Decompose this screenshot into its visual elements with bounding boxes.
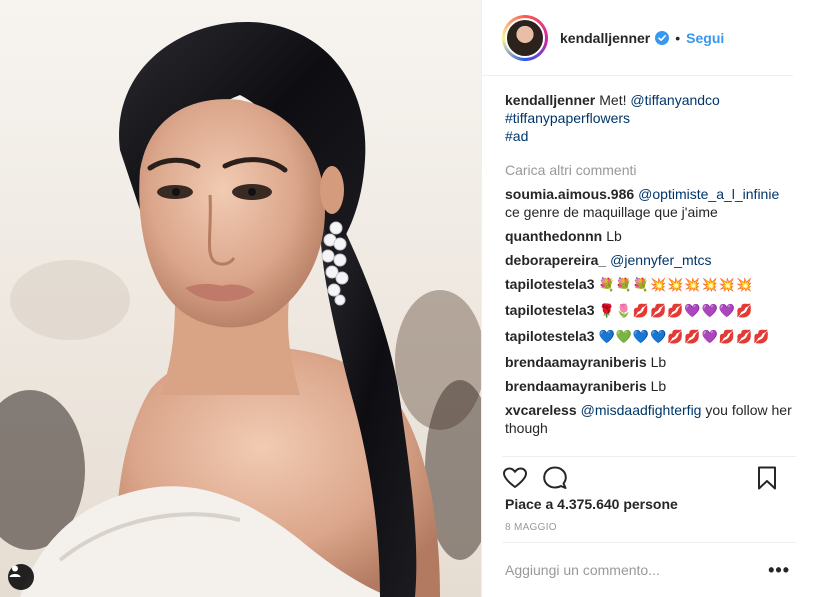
caption-username[interactable]: kendalljenner xyxy=(505,92,595,108)
comment-username[interactable]: deborapereira_ xyxy=(505,252,606,268)
comment-text: ce genre de maquillage que j'aime xyxy=(505,204,718,220)
caption-mention[interactable]: @tiffanyandco xyxy=(630,92,719,108)
portrait-illustration xyxy=(0,0,481,597)
comment-username[interactable]: brendaamayraniberis xyxy=(505,378,647,394)
comment-mention[interactable]: @jennyfer_mtcs xyxy=(610,252,711,268)
caption-hashtag[interactable]: #tiffanypaperflowers xyxy=(505,110,630,126)
likes-count[interactable]: Piace a 4.375.640 persone xyxy=(505,496,678,512)
verified-badge-icon xyxy=(655,30,670,45)
load-more-comments-link[interactable]: Carica altri commenti xyxy=(505,161,795,179)
comment-username[interactable]: tapilotestela3 xyxy=(505,302,594,318)
post-caption: kendalljenner Met! @tiffanyandco #tiffany… xyxy=(505,91,795,145)
caption-hashtag[interactable]: #ad xyxy=(505,128,528,144)
separator-dot: • xyxy=(675,29,681,46)
action-bar xyxy=(502,456,796,495)
header-username[interactable]: kendalljenner xyxy=(560,30,650,46)
bookmark-icon[interactable] xyxy=(754,465,780,491)
comment-item: soumia.aimous.986 @optimiste_a_l_infinie … xyxy=(505,185,795,221)
comment-item: deborapereira_ @jennyfer_mtcs xyxy=(505,251,795,269)
comment-mention[interactable]: @misdaadfighterfig xyxy=(581,402,702,418)
post-photo[interactable] xyxy=(0,0,481,597)
instagram-post: kendalljenner • Segui kendalljenner Met! … xyxy=(0,0,815,597)
comment-username[interactable]: xvcareless xyxy=(505,402,577,418)
comment-text: Lb xyxy=(650,378,667,394)
comment-username[interactable]: tapilotestela3 xyxy=(505,328,594,344)
heart-icon[interactable] xyxy=(502,465,528,491)
avatar-story-ring[interactable] xyxy=(502,14,548,61)
comment-item: tapilotestela3 💙💚💙💙💋💋💜💋💋💋 xyxy=(505,327,795,347)
comment-item: brendaamayraniberis Lb xyxy=(505,353,795,371)
post-sidebar: kendalljenner • Segui kendalljenner Met! … xyxy=(481,0,815,597)
user-tag-icon[interactable] xyxy=(8,564,34,590)
avatar[interactable] xyxy=(505,17,545,58)
comment-icon[interactable] xyxy=(542,465,568,491)
more-options-icon[interactable]: ••• xyxy=(768,560,790,581)
comment-username[interactable]: soumia.aimous.986 xyxy=(505,186,634,202)
comment-item: quanthedonnn Lb xyxy=(505,227,795,245)
comment-item: brendaamayraniberis Lb xyxy=(505,377,795,395)
comment-text: 💙💚💙💙💋💋💜💋💋💋 xyxy=(598,330,771,345)
follow-button[interactable]: Segui xyxy=(686,30,724,46)
post-header: kendalljenner • Segui xyxy=(482,0,793,76)
comment-text: 🌹🌷💋💋💋💜💜💜💋 xyxy=(598,304,754,319)
caption-text: Met! xyxy=(599,92,631,108)
comment-username[interactable]: brendaamayraniberis xyxy=(505,354,647,370)
comments-list[interactable]: kendalljenner Met! @tiffanyandco #tiffany… xyxy=(505,91,795,453)
comment-text: Lb xyxy=(606,228,622,244)
add-comment-bar: ••• xyxy=(502,542,796,597)
comment-text: 💐💐💐💥💥💥💥💥💥 xyxy=(598,278,754,293)
comment-username[interactable]: tapilotestela3 xyxy=(505,276,594,292)
comment-username[interactable]: quanthedonnn xyxy=(505,228,602,244)
comment-item: xvcareless @misdaadfighterfig you follow … xyxy=(505,401,795,437)
comment-input[interactable] xyxy=(502,562,748,578)
comment-text: Lb xyxy=(650,354,667,370)
comment-item: tapilotestela3 🌹🌷💋💋💋💜💜💜💋 xyxy=(505,301,795,321)
comment-mention[interactable]: @optimiste_a_l_infinie xyxy=(638,186,779,202)
post-date[interactable]: 8 MAGGIO xyxy=(505,522,557,533)
comment-item: tapilotestela3 💐💐💐💥💥💥💥💥💥 xyxy=(505,275,795,295)
